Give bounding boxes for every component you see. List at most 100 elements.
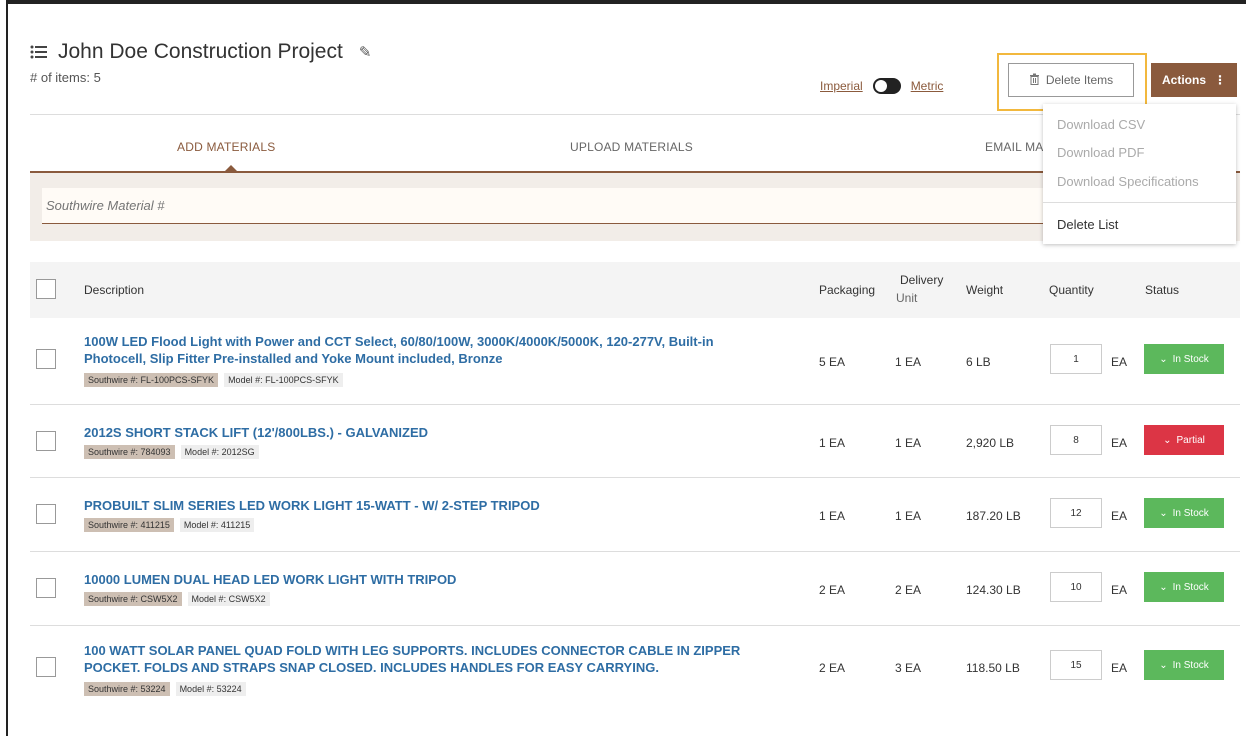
actions-dropdown: Download CSV Download PDF Download Speci… [1043,104,1236,244]
row-checkbox[interactable] [36,657,56,677]
item-description-line-1: 100 WATT SOLAR PANEL QUAD FOLD WITH LEG … [84,643,741,658]
packaging-value: 2 EA [819,661,846,675]
status-badge[interactable]: ⌄ Partial [1144,425,1224,455]
row-checkbox[interactable] [36,578,56,598]
chevron-down-icon: ⌄ [1159,581,1168,593]
imperial-link[interactable]: Imperial [820,79,863,93]
item-description[interactable]: 100 WATT SOLAR PANEL QUAD FOLD WITH LEG … [84,642,804,676]
packaging-value: 5 EA [819,355,846,369]
header-delivery: Delivery [900,273,944,287]
item-tags: Southwire #: 784093 Model #: 2012SG [84,445,259,459]
menu-item-delete-list[interactable]: Delete List [1057,217,1118,232]
frame-border-top [6,0,1246,4]
chevron-down-icon: ⌄ [1163,434,1172,446]
quantity-unit: EA [1111,509,1128,523]
item-description-line-1: 10000 LUMEN DUAL HEAD LED WORK LIGHT WIT… [84,572,457,587]
actions-button[interactable]: Actions ⋮ [1151,63,1237,97]
item-tags: Southwire #: FL-100PCS-SFYK Model #: FL-… [84,373,343,387]
status-badge[interactable]: ⌄ In Stock [1144,650,1224,680]
model-number: Model #: 53224 [175,682,246,696]
item-tags: Southwire #: CSW5X2 Model #: CSW5X2 [84,592,270,606]
model-number: Model #: 411215 [179,518,255,532]
quantity-unit: EA [1111,436,1128,450]
item-description-line-1: PROBUILT SLIM SERIES LED WORK LIGHT 15-W… [84,498,540,513]
item-description[interactable]: 2012S SHORT STACK LIFT (12'/800LBS.) - G… [84,424,804,441]
edit-pencil-icon[interactable]: ✎ [359,43,372,61]
item-description[interactable]: 10000 LUMEN DUAL HEAD LED WORK LIGHT WIT… [84,571,804,588]
quantity-input[interactable]: 10 [1050,572,1102,602]
chevron-down-icon: ⌄ [1159,353,1168,365]
table-row: 100 WATT SOLAR PANEL QUAD FOLD WITH LEG … [30,626,1240,712]
weight-value: 187.20 LB [966,509,1021,523]
row-checkbox[interactable] [36,349,56,369]
unit-switch[interactable] [872,78,901,94]
delivery-value: 1 EA [895,436,922,450]
model-number: Model #: CSW5X2 [187,592,270,606]
status-label: In Stock [1172,581,1209,593]
table-header: Description Packaging Delivery Unit Weig… [30,262,1240,318]
list-icon [30,44,48,60]
menu-item-download-csv[interactable]: Download CSV [1057,117,1145,132]
quantity-input[interactable]: 12 [1050,498,1102,528]
select-all-checkbox[interactable] [36,279,56,299]
tab-add-materials[interactable]: ADD MATERIALS [177,140,275,154]
quantity-input[interactable]: 1 [1050,344,1102,374]
quantity-input[interactable]: 15 [1050,650,1102,680]
model-number: Model #: 2012SG [180,445,259,459]
trash-icon [1029,73,1040,88]
status-badge[interactable]: ⌄ In Stock [1144,572,1224,602]
item-tags: Southwire #: 411215 Model #: 411215 [84,518,255,532]
item-description[interactable]: PROBUILT SLIM SERIES LED WORK LIGHT 15-W… [84,497,804,514]
delivery-value: 2 EA [895,583,922,597]
header-packaging: Packaging [819,283,876,297]
table-row: 10000 LUMEN DUAL HEAD LED WORK LIGHT WIT… [30,552,1240,626]
quantity-unit: EA [1111,583,1128,597]
tab-upload-materials[interactable]: UPLOAD MATERIALS [570,140,693,154]
item-description-line-1: 2012S SHORT STACK LIFT (12'/800LBS.) - G… [84,425,429,440]
status-label: Partial [1176,434,1205,446]
packaging-value: 2 EA [819,583,846,597]
status-label: In Stock [1172,353,1209,365]
item-description-line-2: POCKET. FOLDS AND STRAPS SNAP CLOSED. IN… [84,660,659,675]
quantity-input[interactable]: 8 [1050,425,1102,455]
delivery-value: 1 EA [895,509,922,523]
delivery-value: 3 EA [895,661,922,675]
metric-link[interactable]: Metric [911,79,944,93]
weight-value: 124.30 LB [966,583,1021,597]
tab-email-materials[interactable]: EMAIL MA [985,140,1044,154]
header-status: Status [1145,283,1180,297]
frame-border-left [6,0,8,736]
status-badge[interactable]: ⌄ In Stock [1144,498,1224,528]
item-description-line-1: 100W LED Flood Light with Power and CCT … [84,334,714,349]
header-delivery-unit: Unit [896,291,918,305]
weight-value: 6 LB [966,355,991,369]
table-row: PROBUILT SLIM SERIES LED WORK LIGHT 15-W… [30,478,1240,552]
southwire-number: Southwire #: FL-100PCS-SFYK [84,373,219,387]
item-description[interactable]: 100W LED Flood Light with Power and CCT … [84,333,804,367]
delete-items-label: Delete Items [1045,73,1114,87]
status-badge[interactable]: ⌄ In Stock [1144,344,1224,374]
weight-value: 118.50 LB [966,661,1020,675]
quantity-unit: EA [1111,661,1128,675]
unit-toggle: Imperial Metric [820,78,943,94]
item-description-line-2: Photocell, Slip Fitter Pre-installed and… [84,351,503,366]
row-checkbox[interactable] [36,504,56,524]
header-quantity: Quantity [1049,283,1094,297]
menu-item-download-specifications[interactable]: Download Specifications [1057,174,1199,189]
delivery-value: 1 EA [895,355,922,369]
switch-knob [874,80,887,92]
actions-label: Actions [1161,73,1206,87]
chevron-down-icon: ⌄ [1159,507,1168,519]
page-title: John Doe Construction Project [58,40,343,63]
menu-item-download-pdf[interactable]: Download PDF [1057,145,1144,160]
status-label: In Stock [1172,507,1209,519]
delete-items-button[interactable]: Delete Items [1008,63,1134,97]
header-description: Description [84,283,145,297]
southwire-number: Southwire #: CSW5X2 [84,592,182,606]
model-number: Model #: FL-100PCS-SFYK [224,373,343,387]
quantity-unit: EA [1111,355,1128,369]
southwire-number: Southwire #: 53224 [84,682,170,696]
row-checkbox[interactable] [36,431,56,451]
southwire-number: Southwire #: 411215 [84,518,174,532]
kebab-menu-icon: ⋮ [1214,73,1226,87]
